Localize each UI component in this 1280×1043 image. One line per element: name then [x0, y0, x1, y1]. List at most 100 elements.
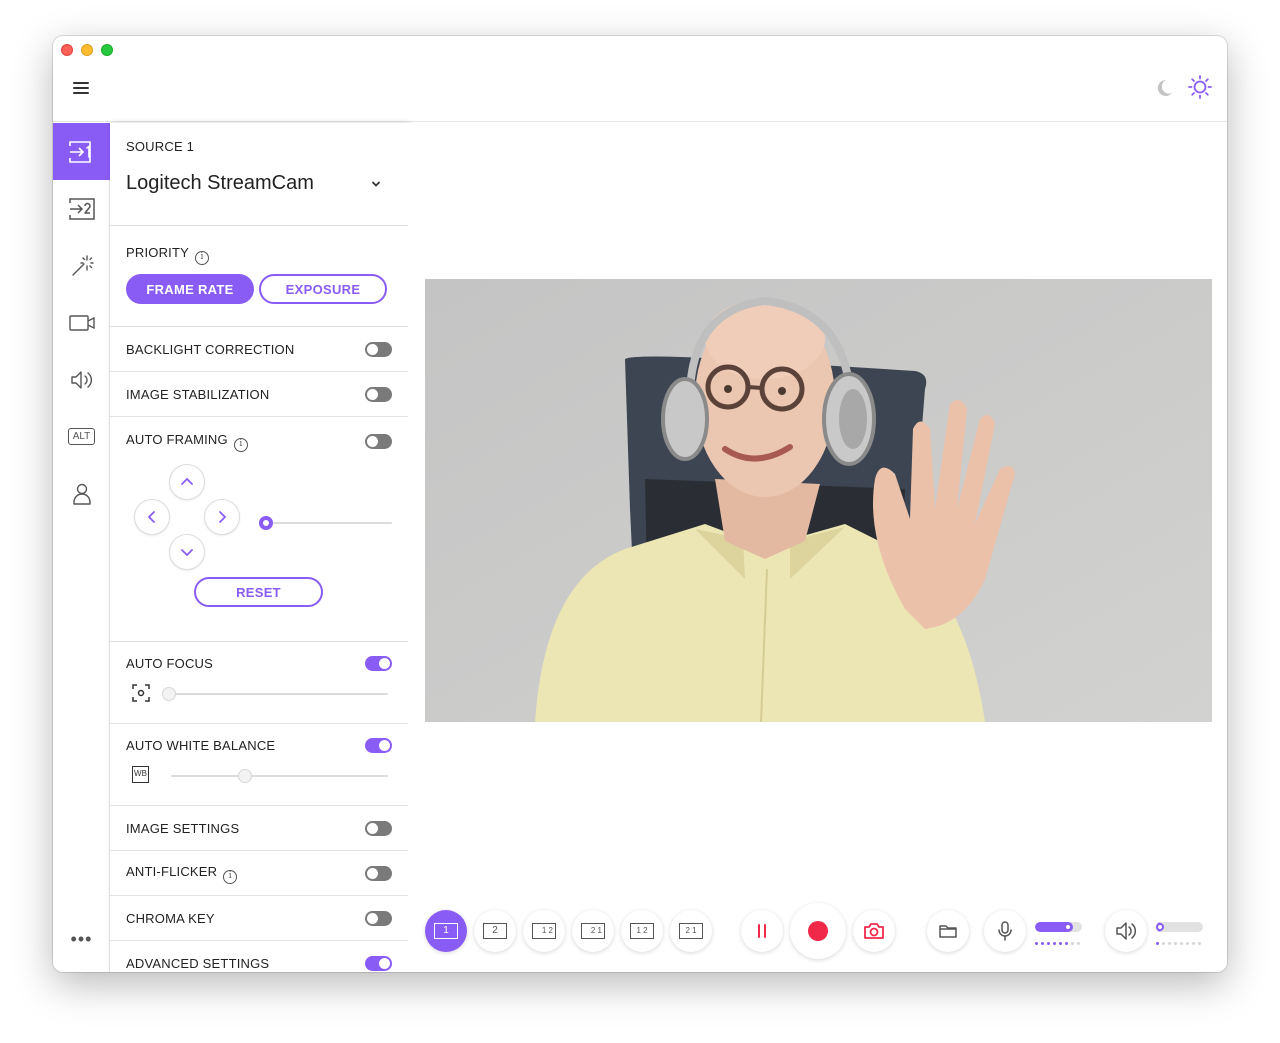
camera-icon	[68, 314, 95, 331]
focus-icon	[132, 684, 150, 702]
top-bar	[53, 58, 1227, 122]
magic-wand-icon	[71, 254, 94, 276]
layout-split-2-1-button[interactable]: 2 1	[670, 910, 712, 952]
zoom-slider-track[interactable]	[262, 522, 392, 524]
open-folder-button[interactable]	[927, 910, 969, 952]
snapshot-button[interactable]	[853, 910, 895, 952]
main-area: 1 2 1 2 2 1 1 2 2 1	[408, 123, 1227, 972]
microphone-level-meter	[1035, 942, 1082, 945]
sidebar-item-source-2[interactable]	[53, 180, 110, 237]
microphone-button[interactable]	[984, 910, 1026, 952]
auto-focus-label: AUTO FOCUS	[126, 656, 213, 671]
chroma-key-row: CHROMA KEY	[110, 896, 408, 941]
speaker-icon	[1116, 922, 1137, 940]
speaker-icon	[70, 370, 92, 389]
image-stabilization-toggle[interactable]	[365, 386, 392, 402]
camera-snapshot-icon	[864, 923, 884, 939]
auto-focus-section: AUTO FOCUS	[110, 642, 408, 724]
white-balance-icon: WB	[132, 766, 149, 783]
camera-preview	[425, 279, 1212, 722]
sidebar-item-source-1[interactable]	[53, 123, 110, 180]
speaker-button[interactable]	[1105, 910, 1147, 952]
close-window-button[interactable]	[61, 44, 73, 56]
sun-icon[interactable]	[1187, 74, 1213, 100]
layout-split-1-2-icon: 1 2	[630, 923, 654, 939]
white-balance-slider-track	[171, 775, 388, 777]
source-1-icon	[68, 140, 91, 163]
backlight-correction-toggle[interactable]	[365, 341, 392, 357]
pause-button[interactable]	[741, 910, 783, 952]
focus-slider-thumb	[162, 687, 176, 701]
auto-white-balance-toggle[interactable]	[365, 738, 392, 753]
record-icon	[808, 921, 828, 941]
image-settings-toggle[interactable]	[365, 820, 392, 836]
zoom-window-button[interactable]	[101, 44, 113, 56]
sidebar-item-effects[interactable]	[53, 237, 110, 294]
anti-flicker-label: ANTI-FLICKER	[126, 863, 218, 879]
anti-flicker-row: ANTI-FLICKER i	[110, 851, 408, 896]
layout-pip-2-1-button[interactable]: 2 1	[572, 910, 614, 952]
image-settings-label: IMAGE SETTINGS	[126, 820, 240, 836]
folder-icon	[939, 925, 957, 938]
auto-framing-toggle[interactable]	[365, 434, 392, 449]
priority-label: PRIORITY	[126, 245, 189, 260]
speaker-level-meter	[1156, 942, 1203, 945]
info-icon[interactable]: i	[195, 251, 209, 265]
pan-up-button[interactable]	[169, 464, 205, 500]
alt-icon: ALT	[67, 428, 96, 445]
zoom-slider-thumb[interactable]	[259, 516, 273, 530]
speaker-volume-slider[interactable]	[1156, 922, 1203, 945]
source-label: SOURCE 1	[126, 139, 195, 154]
pause-icon	[758, 924, 766, 938]
layout-single-2-button[interactable]: 2	[474, 910, 516, 952]
pan-down-button[interactable]	[169, 534, 205, 570]
exposure-button[interactable]: EXPOSURE	[259, 274, 387, 304]
layout-pip-1-2-icon: 1 2	[532, 923, 556, 939]
sidebar-item-audio[interactable]	[53, 351, 110, 408]
sidebar: ALT •••	[53, 123, 110, 972]
info-icon[interactable]: i	[223, 869, 238, 884]
source-device-select[interactable]: Logitech StreamCam	[126, 172, 314, 195]
auto-white-balance-section: AUTO WHITE BALANCE WB	[110, 724, 408, 806]
reset-button[interactable]: RESET	[194, 577, 323, 607]
priority-section: PRIORITY i FRAME RATE EXPOSURE	[110, 226, 408, 327]
layout-single-1-button[interactable]: 1	[425, 910, 467, 952]
layout-split-2-1-icon: 2 1	[679, 923, 703, 939]
source-2-icon	[68, 197, 95, 220]
record-button[interactable]	[790, 903, 846, 959]
advanced-settings-toggle[interactable]	[365, 955, 392, 971]
window-controls	[61, 44, 113, 56]
chroma-key-label: CHROMA KEY	[126, 910, 215, 926]
minimize-window-button[interactable]	[81, 44, 93, 56]
frame-rate-button[interactable]: FRAME RATE	[126, 274, 254, 304]
layout-single-2-icon: 2	[483, 923, 507, 939]
pan-left-button[interactable]	[134, 499, 170, 535]
microphone-volume-slider[interactable]	[1035, 922, 1082, 945]
pan-right-button[interactable]	[204, 499, 240, 535]
auto-focus-toggle[interactable]	[365, 656, 392, 671]
sidebar-item-alt[interactable]: ALT	[53, 408, 110, 465]
hamburger-icon[interactable]	[73, 82, 89, 96]
more-options-icon[interactable]: •••	[53, 929, 110, 950]
image-stabilization-label: IMAGE STABILIZATION	[126, 386, 270, 402]
microphone-icon	[998, 921, 1012, 941]
info-icon[interactable]: i	[233, 438, 248, 452]
app-window: ALT ••• SOURCE 1 Logitech StreamCam PRIO…	[53, 36, 1227, 972]
anti-flicker-toggle[interactable]	[365, 865, 392, 881]
auto-framing-label: AUTO FRAMING	[126, 432, 228, 447]
layout-split-1-2-button[interactable]: 1 2	[621, 910, 663, 952]
focus-slider-track	[166, 693, 388, 695]
chevron-left-icon	[147, 511, 155, 523]
auto-framing-section: AUTO FRAMING i RESET	[110, 417, 408, 642]
layout-single-1-icon: 1	[434, 923, 458, 939]
chevron-down-icon	[181, 549, 193, 557]
bottom-toolbar: 1 2 1 2 2 1 1 2 2 1	[425, 903, 1213, 959]
sidebar-item-account[interactable]	[53, 465, 110, 522]
moon-icon[interactable]	[1151, 76, 1175, 100]
advanced-settings-label: ADVANCED SETTINGS	[126, 955, 270, 971]
backlight-correction-label: BACKLIGHT CORRECTION	[126, 341, 295, 357]
layout-pip-1-2-button[interactable]: 1 2	[523, 910, 565, 952]
chevron-down-icon[interactable]	[370, 178, 382, 190]
sidebar-item-camera[interactable]	[53, 294, 110, 351]
chroma-key-toggle[interactable]	[365, 910, 392, 926]
